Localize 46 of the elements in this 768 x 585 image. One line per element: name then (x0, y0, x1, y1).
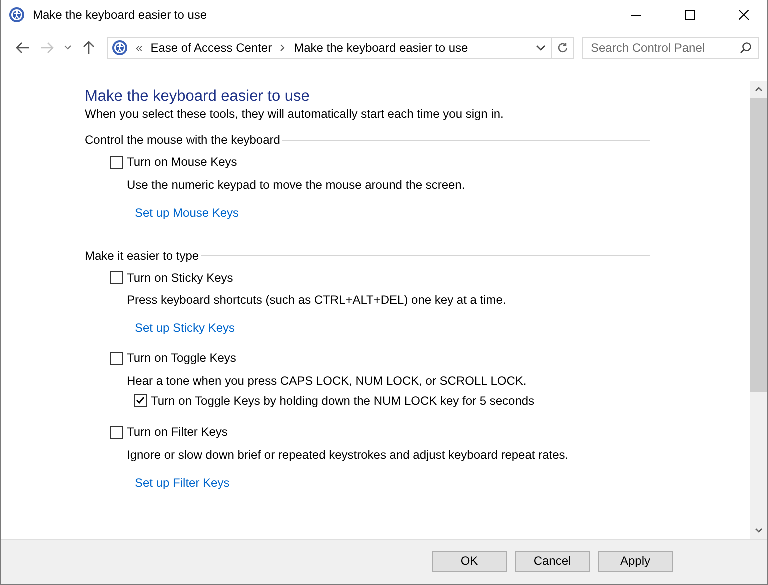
checkbox-label[interactable]: Turn on Mouse Keys (127, 154, 238, 170)
checkbox[interactable] (110, 352, 123, 364)
refresh-icon (556, 42, 568, 54)
search-icon (740, 42, 752, 54)
page-title: Make the keyboard easier to use (85, 87, 310, 107)
checkbox[interactable] (110, 156, 123, 168)
description-text: Ignore or slow down brief or repeated keystrokes and adjust keyboard repeat rates. (127, 448, 569, 462)
chevron-icon (280, 44, 286, 52)
checkbox[interactable] (110, 271, 123, 284)
scrollbar[interactable] (750, 81, 767, 539)
dialog-button[interactable]: Cancel (515, 550, 590, 572)
checkbox-label[interactable]: Turn on Toggle Keys by holding down the NUM LOCK key for 5 seconds (151, 392, 535, 408)
back-arrow-icon[interactable] (16, 42, 30, 54)
description-text: Hear a tone when you press CAPS LOCK, NUM LOCK, or SCROLL LOCK. (127, 374, 527, 388)
chevron-up-icon (754, 87, 762, 92)
checkbox-label[interactable]: Turn on Sticky Keys (127, 270, 234, 286)
dialog-button[interactable]: OK (432, 550, 507, 572)
checkbox-label[interactable]: Turn on Filter Keys (127, 424, 228, 440)
control-panel-icon (112, 40, 128, 56)
page-subtitle: When you select these tools, they will automatically start each time you sign in. (85, 107, 504, 121)
setup-link[interactable]: Set up Mouse Keys (135, 206, 240, 220)
refresh-button[interactable] (552, 36, 574, 58)
checkbox-label[interactable]: Turn on Toggle Keys (127, 350, 236, 366)
close-icon[interactable] (739, 10, 749, 20)
chevron-down-icon[interactable] (536, 44, 546, 50)
breadcrumb[interactable]: Make the keyboard easier to use (294, 40, 468, 54)
up-arrow-icon[interactable] (83, 40, 95, 54)
maximize-icon[interactable] (685, 10, 695, 20)
window-title: Make the keyboard easier to use (33, 8, 208, 22)
checkbox[interactable] (134, 394, 147, 407)
section-heading: Control the mouse with the keyboard (85, 132, 280, 148)
checkbox[interactable] (110, 426, 123, 438)
section-heading: Make it easier to type (85, 248, 200, 264)
breadcrumb-separator[interactable]: « (136, 40, 143, 54)
chevron-down-icon (754, 528, 762, 533)
description-text: Press keyboard shortcuts (such as CTRL+ALT+DEL) one key at a time. (127, 293, 506, 307)
dialog-button[interactable]: Apply (598, 550, 673, 572)
app-icon (9, 7, 25, 23)
chevron-down-icon[interactable] (64, 45, 72, 50)
description-text: Use the numeric keypad to move the mouse around the screen. (127, 178, 466, 192)
search-field[interactable]: Search Control Panel (582, 36, 759, 58)
breadcrumb[interactable]: Ease of Access Center (150, 40, 272, 54)
scrollbar-thumb[interactable] (750, 98, 767, 392)
address-bar[interactable]: « Ease of Access Center Make the keyboard easier to use (107, 36, 552, 58)
setup-link[interactable]: Set up Filter Keys (135, 476, 230, 490)
setup-link[interactable]: Set up Sticky Keys (135, 321, 236, 335)
